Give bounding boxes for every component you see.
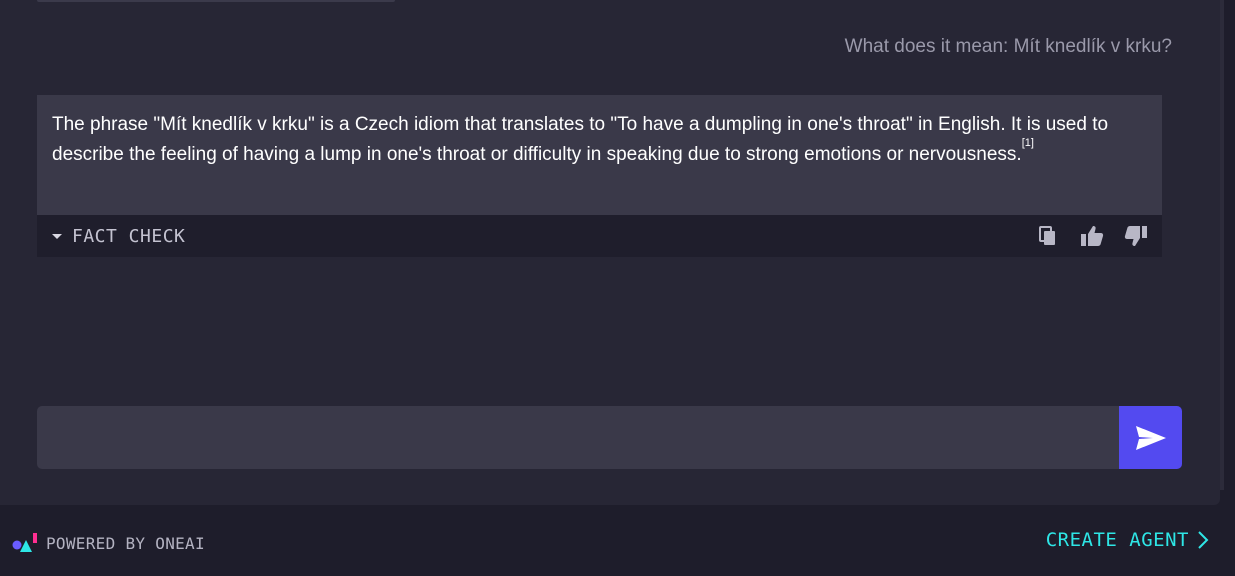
scrollbar-track	[1220, 0, 1224, 490]
chat-panel: What does it mean: Mít knedlík v krku? T…	[0, 0, 1220, 505]
create-agent-link[interactable]: CREATE AGENT	[1046, 529, 1211, 551]
oneai-logo-icon	[12, 533, 37, 552]
footer: POWERED BY ONEAI CREATE AGENT	[0, 505, 1235, 576]
copy-icon[interactable]	[1036, 224, 1060, 248]
chevron-right-icon	[1198, 531, 1209, 549]
composer	[37, 406, 1182, 469]
powered-by-text: POWERED BY ONEAI	[46, 533, 205, 553]
fact-check-bar: FACT CHECK	[37, 215, 1162, 257]
fact-check-label: FACT CHECK	[72, 225, 186, 247]
thumbs-up-icon[interactable]	[1080, 224, 1104, 248]
send-button[interactable]	[1119, 406, 1182, 469]
send-icon	[1135, 425, 1166, 450]
previous-message-edge	[37, 0, 395, 2]
user-message: What does it mean: Mít knedlík v krku?	[844, 36, 1172, 57]
fact-check-toggle[interactable]: FACT CHECK	[52, 226, 185, 247]
create-agent-label: CREATE AGENT	[1045, 529, 1189, 551]
thumbs-down-icon[interactable]	[1124, 224, 1148, 248]
citation-link[interactable]: [1]	[1022, 137, 1034, 149]
answer-body: The phrase "Mít knedlík v krku" is a Cze…	[37, 95, 1162, 215]
answer-text: The phrase "Mít knedlík v krku" is a Cze…	[52, 114, 1109, 165]
answer-card: The phrase "Mít knedlík v krku" is a Cze…	[37, 95, 1162, 257]
powered-by[interactable]: POWERED BY ONEAI	[12, 532, 205, 554]
caret-down-icon	[52, 233, 62, 239]
answer-actions	[1036, 224, 1148, 248]
message-input[interactable]	[37, 406, 1119, 469]
